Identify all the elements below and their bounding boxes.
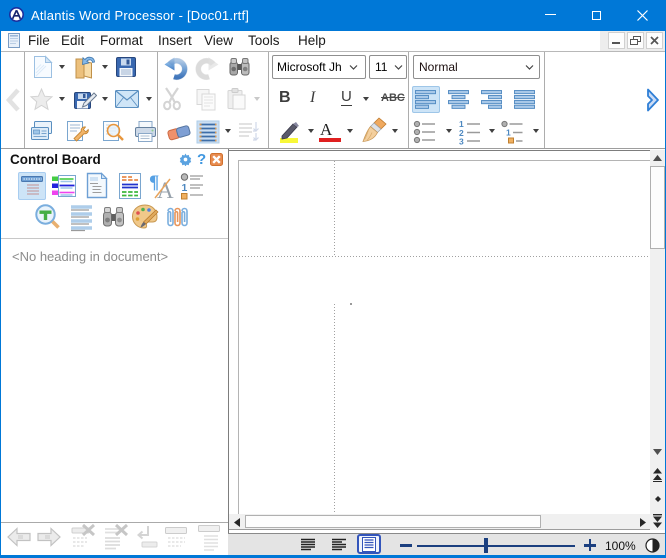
svg-text:1: 1: [182, 182, 188, 194]
svg-text:A: A: [157, 178, 174, 200]
svg-text:1: 1: [506, 128, 511, 138]
svg-text:3: 3: [459, 137, 464, 146]
